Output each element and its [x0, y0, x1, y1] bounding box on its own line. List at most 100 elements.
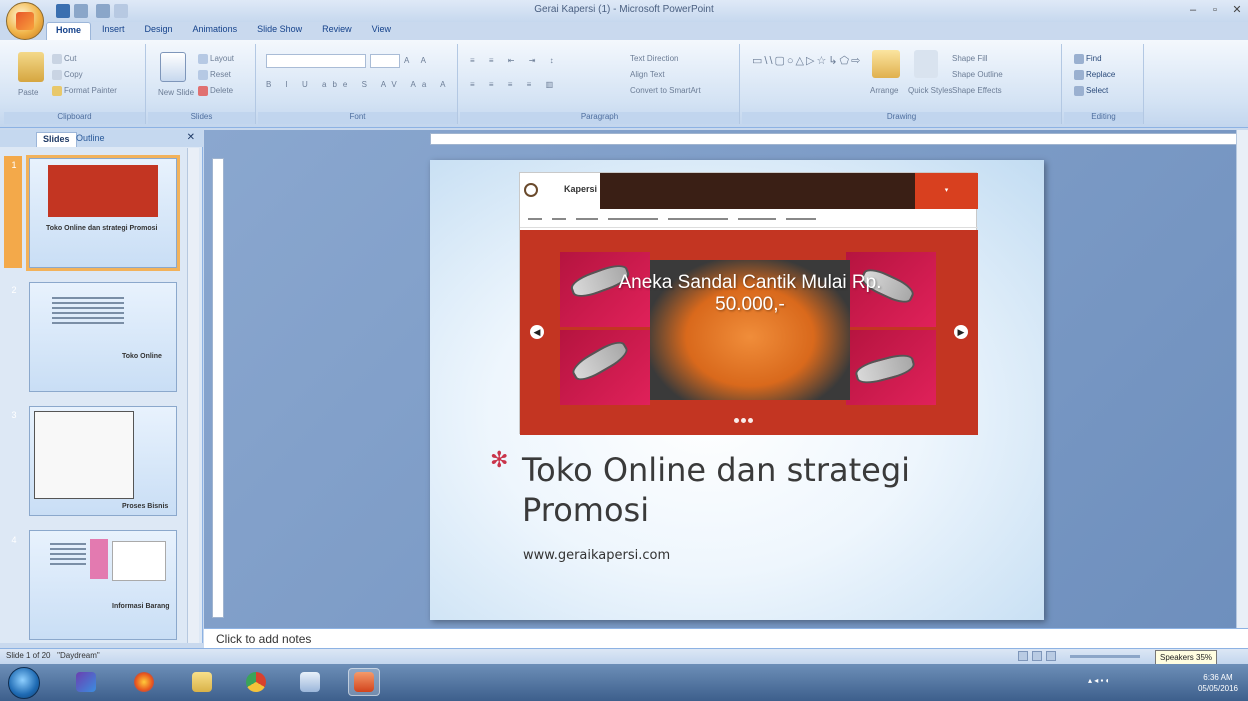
slide-canvas[interactable]: Kapersi ▾ Aneka Sandal Cantik Mulai Rp. …	[430, 160, 1044, 620]
copy-button[interactable]: Copy	[52, 70, 83, 80]
slides-pane-scrollbar[interactable]	[187, 148, 199, 643]
customize-qat-icon[interactable]	[114, 4, 128, 18]
copy-icon	[52, 70, 62, 80]
normal-view-button[interactable]	[1018, 651, 1028, 661]
start-button[interactable]	[8, 667, 40, 699]
format-painter-button[interactable]: Format Painter	[52, 86, 117, 96]
zoom-tooltip: Speakers 35%	[1155, 650, 1218, 665]
delete-slide-button[interactable]: Delete	[198, 86, 233, 96]
font-size-grow-shrink[interactable]: A A	[404, 56, 431, 65]
maximize-button[interactable]: ▫	[1204, 2, 1226, 18]
align-buttons[interactable]: ≡ ≡ ≡ ≡ ▥	[470, 80, 559, 89]
taskbar-app-icon[interactable]	[294, 668, 326, 696]
list-buttons[interactable]: ≡ ≡ ⇤ ⇥ ↕	[470, 56, 560, 65]
font-name-select[interactable]	[266, 54, 366, 68]
banner-text: Aneka Sandal Cantik Mulai Rp. 50.000,-	[618, 272, 882, 315]
carousel-prev-icon: ◀	[530, 325, 544, 339]
close-button[interactable]: ✕	[1226, 2, 1248, 18]
shape-outline-button[interactable]: Shape Outline	[952, 70, 1003, 79]
slide-thumbnail-1[interactable]: Toko Online dan strategi Promosi	[26, 155, 180, 271]
font-size-select[interactable]	[370, 54, 400, 68]
quick-styles-button[interactable]: Quick Styles	[908, 86, 952, 95]
tab-outline[interactable]: Outline	[70, 132, 111, 147]
tab-insert[interactable]: Insert	[93, 22, 134, 40]
drawing-group: ▭\\▢○△▷☆↳⬠⇨ Arrange Quick Styles Shape F…	[742, 44, 1062, 124]
reset-icon	[198, 70, 208, 80]
powerpoint-taskbar-icon[interactable]	[348, 668, 380, 696]
system-tray: ▴ ◂ ▪ ◐ 6:36 AM 05/05/2016	[1080, 668, 1248, 696]
cursor-icon	[1074, 86, 1084, 96]
arrange-button[interactable]: Arrange	[870, 86, 898, 95]
thumbnail-caption: Informasi Barang	[112, 603, 170, 610]
tab-design[interactable]: Design	[136, 22, 182, 40]
close-icon[interactable]: ✕	[187, 132, 195, 143]
thumbnail-caption: Toko Online	[122, 353, 162, 360]
redo-icon[interactable]	[96, 4, 110, 18]
notes-pane[interactable]: Click to add notes	[204, 628, 1248, 648]
find-button[interactable]: Find	[1074, 54, 1102, 64]
slide-sorter-view-button[interactable]	[1032, 651, 1042, 661]
vertical-ruler	[212, 158, 224, 618]
pane-tabs: Slides Outline ✕	[0, 130, 203, 147]
office-button[interactable]	[6, 2, 44, 40]
undo-icon[interactable]	[74, 4, 88, 18]
format-painter-icon	[52, 86, 62, 96]
media-player-icon[interactable]	[70, 668, 102, 696]
slide-thumbnail-2[interactable]: Toko Online	[29, 282, 177, 392]
paste-button[interactable]: Paste	[18, 88, 38, 97]
arrange-icon[interactable]	[872, 50, 900, 78]
status-bar: Slide 1 of 20 "Daydream" Speakers 35%	[0, 648, 1248, 665]
editing-group: Find Replace Select Editing	[1064, 44, 1144, 124]
chrome-icon[interactable]	[240, 668, 272, 696]
carousel-dots	[734, 418, 753, 423]
tab-home[interactable]: Home	[46, 22, 92, 40]
thumbnail-image	[90, 539, 108, 579]
firefox-icon[interactable]	[128, 668, 160, 696]
new-slide-icon[interactable]	[160, 52, 186, 82]
editor-scrollbar[interactable]	[1236, 130, 1248, 628]
font-format-buttons[interactable]: B I U abe S AV Aa A	[266, 80, 451, 89]
website-screenshot-image[interactable]: Kapersi ▾ Aneka Sandal Cantik Mulai Rp. …	[519, 172, 978, 435]
replace-button[interactable]: Replace	[1074, 70, 1115, 80]
tab-slide-show[interactable]: Slide Show	[248, 22, 311, 40]
slide-title[interactable]: Toko Online dan strategi Promosi	[522, 450, 1022, 530]
minimize-button[interactable]: –	[1182, 2, 1204, 18]
convert-smartart-button[interactable]: Convert to SmartArt	[630, 86, 701, 95]
website-logo-text: Kapersi	[564, 184, 598, 194]
window-title: Gerai Kapersi (1) - Microsoft PowerPoint	[534, 4, 714, 15]
text-direction-button[interactable]: Text Direction	[630, 54, 678, 63]
align-text-button[interactable]: Align Text	[630, 70, 665, 79]
selected-slide-marker	[4, 156, 22, 268]
zoom-slider[interactable]	[1070, 655, 1140, 658]
shape-effects-button[interactable]: Shape Effects	[952, 86, 1002, 95]
save-icon[interactable]	[56, 4, 70, 18]
website-cart-icon: ▾	[915, 173, 978, 209]
paragraph-group-label: Paragraph	[460, 112, 739, 124]
layout-button[interactable]: Layout	[198, 54, 234, 64]
tab-review[interactable]: Review	[313, 22, 361, 40]
slide-thumbnail-4[interactable]: Informasi Barang	[29, 530, 177, 640]
clock[interactable]: 6:36 AM 05/05/2016	[1198, 672, 1238, 694]
shape-fill-button[interactable]: Shape Fill	[952, 54, 988, 63]
cut-button[interactable]: Cut	[52, 54, 76, 64]
tray-icons[interactable]: ▴ ◂ ▪ ◐	[1088, 676, 1110, 685]
select-button[interactable]: Select	[1074, 86, 1108, 96]
file-explorer-icon[interactable]	[186, 668, 218, 696]
title-bullet-icon: ✻	[490, 447, 509, 472]
reset-button[interactable]: Reset	[198, 70, 231, 80]
quick-styles-icon[interactable]	[914, 50, 938, 78]
slide-number: 2	[11, 285, 17, 295]
paste-icon[interactable]	[18, 52, 44, 82]
tab-animations[interactable]: Animations	[184, 22, 247, 40]
thumbnail-text-lines	[50, 543, 86, 568]
thumbnail-caption: Proses Bisnis	[122, 503, 169, 510]
slide-editing-area: Kapersi ▾ Aneka Sandal Cantik Mulai Rp. …	[204, 130, 1248, 628]
slide-thumbnail-3[interactable]: Proses Bisnis	[29, 406, 177, 516]
slides-group: New Slide Layout Reset Delete Slides	[148, 44, 256, 124]
new-slide-button[interactable]: New Slide	[158, 88, 194, 97]
slide-subtitle[interactable]: www.geraikapersi.com	[523, 548, 670, 563]
website-header: Kapersi ▾	[520, 173, 978, 209]
tab-view[interactable]: View	[363, 22, 400, 40]
slideshow-view-button[interactable]	[1046, 651, 1056, 661]
shapes-gallery[interactable]: ▭\\▢○△▷☆↳⬠⇨	[752, 54, 862, 67]
